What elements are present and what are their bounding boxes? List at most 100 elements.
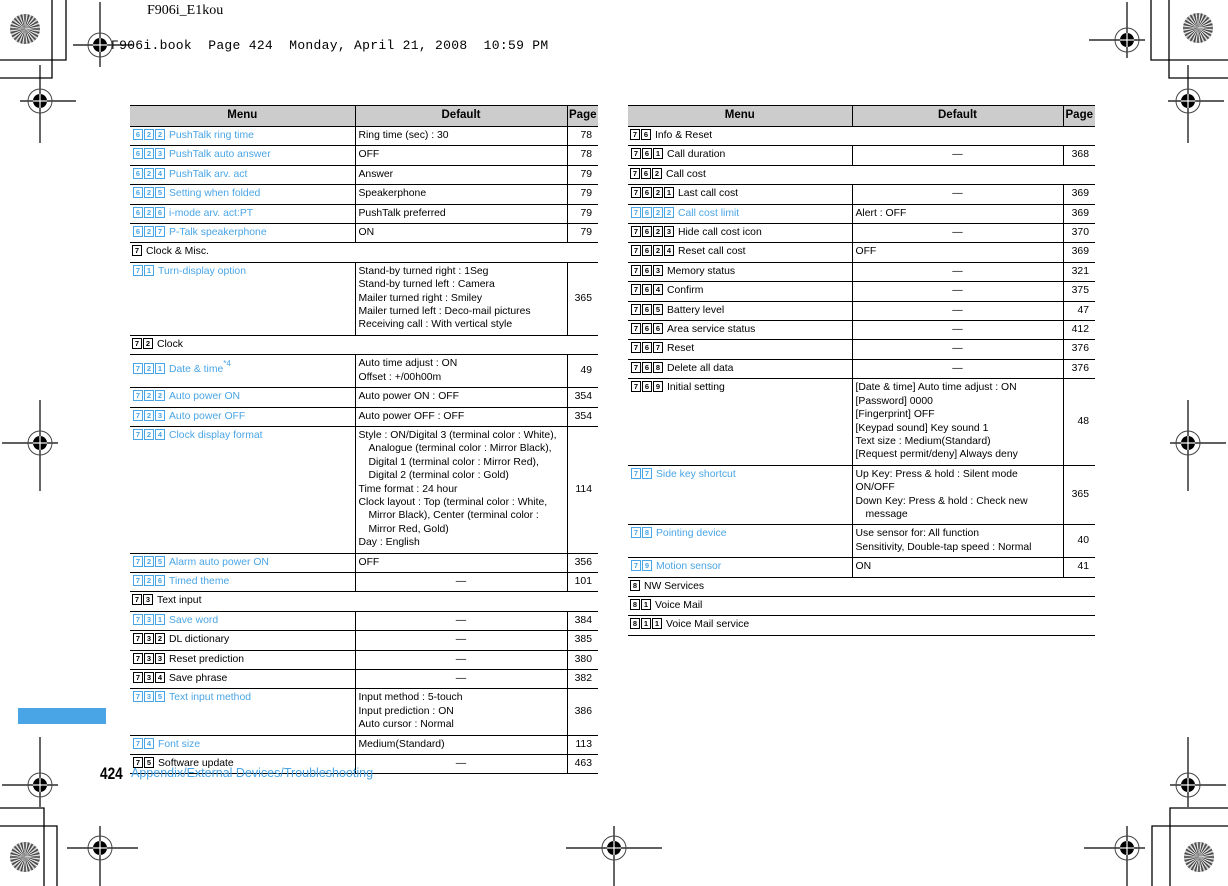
- page-ref: 365: [566, 262, 598, 336]
- menu-item-link[interactable]: 7 1 Turn-display option: [130, 262, 355, 336]
- menu-label: Auto power OFF: [169, 410, 246, 422]
- key-2-icon: 2: [155, 129, 165, 140]
- table-row: 7 9 Motion sensor ON 41: [628, 557, 1095, 578]
- menu-item-link[interactable]: 7 2 3 Auto power OFF: [130, 407, 355, 427]
- default-line: message: [865, 508, 908, 520]
- menu-label: Last call cost: [678, 188, 739, 200]
- menu-item-link[interactable]: 6 2 3 PushTalk auto answer: [130, 145, 355, 166]
- page-ref: 321: [1062, 262, 1095, 283]
- key-6-icon: 6: [642, 206, 652, 218]
- section-row: 7 Clock & Misc.: [130, 242, 598, 263]
- default-line: [Keypad sound] Key sound 1: [855, 422, 989, 434]
- menu-item-link[interactable]: 6 2 2 PushTalk ring time: [130, 126, 355, 147]
- menu-item-link[interactable]: 7 4 Font size: [130, 735, 355, 756]
- menu-item-link[interactable]: 7 2 4 Clock display format: [130, 426, 355, 554]
- menu-item-link[interactable]: 6 2 4 PushTalk arv. act: [130, 165, 355, 186]
- key-3-icon: 3: [144, 633, 154, 645]
- menu-label: Alarm auto power ON: [169, 556, 269, 568]
- key-7-icon: 7: [133, 613, 143, 625]
- table-row: 7 6 9 Initial setting [Date & time] Auto tim…: [628, 378, 1095, 466]
- key-7-icon: 7: [133, 390, 143, 402]
- page-ref: 79: [566, 223, 598, 244]
- default-line: —: [952, 265, 963, 277]
- menu-item-link[interactable]: 7 3 5 Text input method: [130, 688, 355, 736]
- menu-item-link[interactable]: 7 9 Motion sensor: [628, 557, 852, 578]
- crosshair-icon: [1168, 65, 1224, 143]
- section-label: Text input: [157, 595, 202, 607]
- page-ref: 79: [566, 184, 598, 205]
- menu-label: Hide call cost icon: [678, 227, 762, 239]
- default-line: OFF: [358, 149, 380, 161]
- default-line: Down Key: Press & hold : Check new: [855, 495, 1028, 507]
- menu-label: Date & time: [169, 364, 224, 376]
- table-row: 7 6 1 Call duration — 368: [628, 145, 1095, 166]
- menu-item: 7 6 3 Memory status: [628, 262, 852, 283]
- default-line: [Date & time] Auto time adjust : ON: [855, 382, 1017, 394]
- key-2-icon: 2: [144, 555, 154, 567]
- menu-item: 7 6 9 Initial setting: [628, 378, 852, 466]
- menu-item-link[interactable]: 7 2 1 Date & time*4: [130, 354, 355, 389]
- page-ref: 47: [1062, 301, 1095, 322]
- page-ref: 376: [1062, 359, 1095, 380]
- key-7-icon: 7: [653, 342, 663, 354]
- default-value: —: [851, 339, 1063, 360]
- crosshair-icon: [67, 826, 138, 886]
- default-value: Stand-by turned right : 1Seg Stand-by tur…: [354, 262, 567, 336]
- key-6-icon: 6: [133, 148, 143, 160]
- table-row: 7 2 4 Clock display format Style : ON/Digita…: [130, 426, 598, 554]
- menu-item-link[interactable]: 6 2 6 i-mode arv. act:PT: [130, 204, 355, 225]
- menu-item-link[interactable]: 7 3 1 Save word: [130, 611, 355, 632]
- key-2-icon: 2: [144, 206, 154, 218]
- section-title-link[interactable]: Appendix/External Devices/Troubleshootin…: [131, 766, 373, 780]
- default-value: ON: [354, 223, 567, 244]
- default-line: Digital 2 (terminal color : Gold): [368, 470, 509, 482]
- menu-item: 7 6 2 3 Hide call cost icon: [628, 223, 852, 244]
- crop-mark-bottom-left: [0, 807, 58, 886]
- page-ref: 386: [566, 688, 598, 736]
- section-label: Info & Reset: [655, 130, 713, 141]
- default-line: Ring time (sec) : 30: [358, 130, 449, 141]
- menu-item: 7 6 2 1 Last call cost: [628, 184, 852, 205]
- page-ref: 354: [566, 387, 598, 408]
- default-value: PushTalk preferred: [354, 204, 567, 225]
- page-ref: 412: [1062, 320, 1095, 341]
- table-row: 6 2 4 PushTalk arv. act Answer 79: [130, 165, 598, 186]
- menu-label: Pointing device: [656, 528, 727, 540]
- default-line: —: [455, 673, 467, 684]
- menu-item-link[interactable]: 7 2 6 Timed theme: [130, 572, 355, 593]
- default-value: —: [354, 630, 567, 651]
- default-value: Input method : 5-touch Input prediction :…: [354, 688, 567, 736]
- menu-item-link[interactable]: 7 2 5 Alarm auto power ON: [130, 553, 355, 573]
- key-2-icon: 2: [653, 245, 663, 257]
- menu-item: 7 6 7 Reset: [628, 339, 852, 360]
- menu-item-link[interactable]: 7 6 2 2 Call cost limit: [628, 204, 852, 225]
- menu-item-link[interactable]: 7 2 2 Auto power ON: [130, 387, 355, 408]
- default-line: Day : English: [358, 537, 420, 549]
- key-6-icon: 6: [133, 129, 143, 140]
- table-row: 7 6 8 Delete all data — 376: [628, 359, 1095, 380]
- table-row: 6 2 3 PushTalk auto answer OFF 78: [130, 145, 598, 166]
- section-label: Call cost: [666, 168, 706, 180]
- page-ref: 101: [566, 572, 598, 593]
- key-7-icon: 7: [133, 672, 143, 683]
- key-2-icon: 2: [652, 167, 662, 179]
- key-6-icon: 6: [642, 361, 652, 373]
- default-value: —: [851, 223, 1063, 244]
- page-number: 424: [100, 764, 123, 783]
- page-ref: 40: [1062, 524, 1095, 559]
- key-2-icon: 2: [144, 187, 154, 199]
- key-6-icon: 6: [155, 206, 165, 218]
- default-line: Time format : 24 hour: [358, 483, 458, 495]
- menu-item-link[interactable]: 6 2 7 P-Talk speakerphone: [130, 223, 355, 244]
- table-row: 7 6 2 3 Hide call cost icon — 370: [628, 223, 1095, 244]
- menu-item-link[interactable]: 7 7 Side key shortcut: [628, 465, 852, 526]
- menu-label: Delete all data: [667, 362, 734, 374]
- default-line: —: [455, 575, 467, 587]
- menu-item-link[interactable]: 7 8 Pointing device: [628, 524, 852, 559]
- menu-label: Timed theme: [169, 575, 230, 587]
- section-heading: 7 Clock & Misc.: [130, 242, 598, 263]
- key-6-icon: 6: [133, 167, 143, 179]
- section-label: Voice Mail service: [666, 619, 750, 631]
- menu-item-link[interactable]: 6 2 5 Setting when folded: [130, 184, 355, 205]
- section-heading: 7 2 Clock: [130, 335, 598, 356]
